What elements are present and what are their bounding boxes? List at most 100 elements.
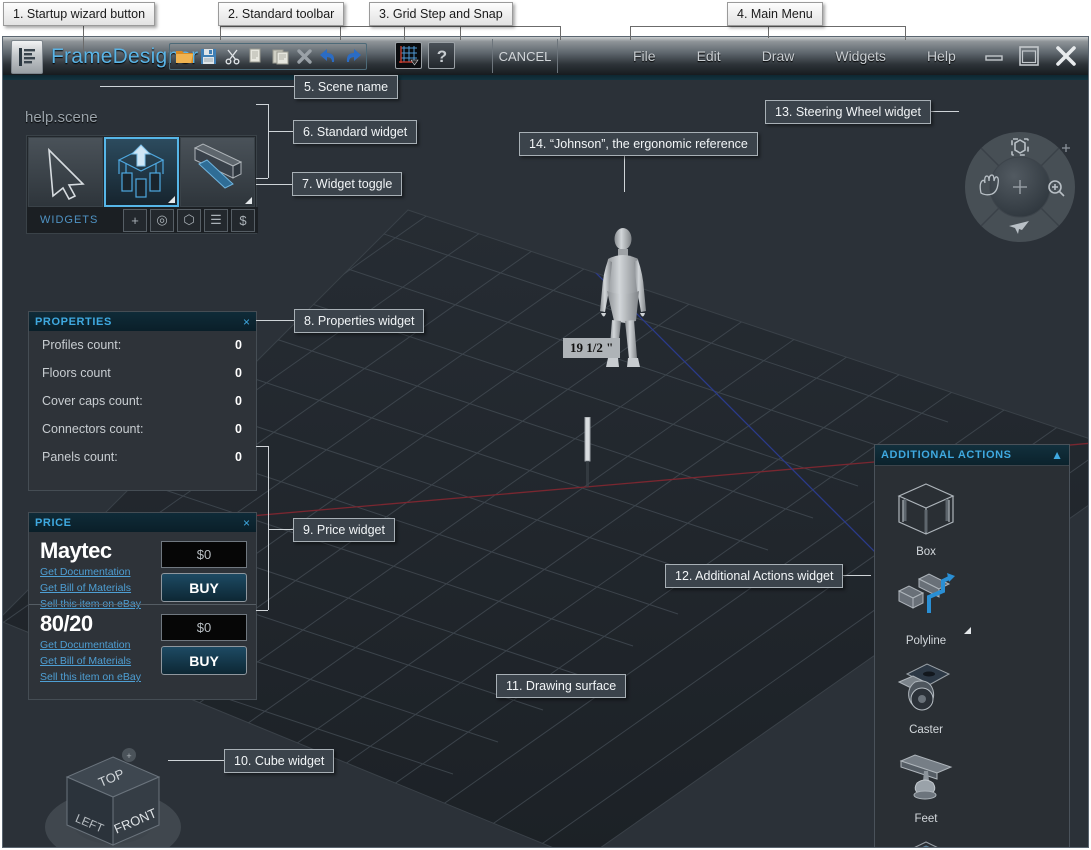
tool-options-corner-icon[interactable] bbox=[245, 197, 252, 204]
callout-14: 14. “Johnson”, the ergonomic reference bbox=[519, 132, 758, 156]
polyline-icon bbox=[879, 561, 973, 635]
leader-line bbox=[404, 26, 405, 40]
buy-button[interactable]: BUY bbox=[161, 646, 247, 675]
steering-wheel-widget[interactable] bbox=[963, 130, 1078, 245]
leader-line bbox=[404, 26, 460, 27]
price-widget[interactable]: PRICE × Maytec Get Documentation Get Bill … bbox=[28, 512, 257, 700]
close-icon[interactable]: × bbox=[243, 517, 250, 529]
window-controls[interactable] bbox=[984, 37, 1078, 75]
leader-line bbox=[256, 610, 268, 611]
menu-item-help[interactable]: Help bbox=[927, 48, 956, 64]
action-label: Feet bbox=[914, 813, 938, 825]
standard-toolbar[interactable] bbox=[169, 43, 367, 70]
open-icon[interactable] bbox=[173, 45, 195, 68]
action-feet[interactable]: Feet bbox=[879, 739, 973, 828]
property-label: Panels count: bbox=[42, 450, 118, 464]
leader-line bbox=[630, 26, 631, 40]
price-block: Maytec Get Documentation Get Bill of Mater… bbox=[29, 532, 256, 610]
delete-icon[interactable] bbox=[293, 45, 315, 68]
action-slot-panel[interactable]: Slot Panel bbox=[879, 828, 973, 847]
action-polyline[interactable]: Polyline bbox=[879, 561, 973, 650]
close-icon[interactable]: × bbox=[243, 316, 250, 328]
application-window: 19 1/2 " + TOP LEFT FRONT PROPERTIES × P… bbox=[2, 36, 1089, 848]
callout-1: 1. Startup wizard button bbox=[3, 2, 156, 26]
menu-item-widgets[interactable]: Widgets bbox=[835, 48, 886, 64]
redo-icon[interactable] bbox=[341, 45, 363, 68]
minimize-icon[interactable] bbox=[984, 50, 1004, 62]
action-options-corner-icon[interactable] bbox=[964, 627, 971, 634]
cut-icon[interactable] bbox=[221, 45, 243, 68]
additional-actions-header: ADDITIONAL ACTIONS ▲ bbox=[875, 445, 1069, 466]
maximize-icon[interactable] bbox=[1018, 45, 1040, 67]
framedesigner-logo-icon bbox=[19, 48, 35, 66]
properties-header: PROPERTIES × bbox=[29, 312, 256, 331]
save-icon[interactable] bbox=[197, 45, 219, 68]
svg-text:+: + bbox=[126, 751, 131, 761]
help-button[interactable]: ? bbox=[428, 42, 455, 69]
close-icon[interactable] bbox=[1054, 44, 1078, 68]
properties-title: PROPERTIES bbox=[35, 315, 112, 328]
leader-line bbox=[268, 104, 269, 178]
move-cross-top-right-icon bbox=[1062, 144, 1070, 152]
additional-actions-widget[interactable]: ADDITIONAL ACTIONS ▲ Box Polyline Caster Fe… bbox=[874, 444, 1070, 847]
additional-actions-grid: BoxPolylineCasterFeetSlot PanelMounted P… bbox=[875, 466, 1069, 847]
price-blocks: Maytec Get Documentation Get Bill of Mater… bbox=[29, 532, 256, 683]
callout-2: 2. Standard toolbar bbox=[218, 2, 345, 26]
price-title: PRICE bbox=[35, 516, 72, 529]
price-widget-icon[interactable]: $ bbox=[231, 208, 255, 232]
callout-12: 12. Additional Actions widget bbox=[665, 564, 844, 588]
additional-actions-title: ADDITIONAL ACTIONS bbox=[881, 449, 1012, 461]
profile-element[interactable] bbox=[583, 417, 593, 487]
startup-wizard-button[interactable] bbox=[11, 40, 43, 74]
cube-widget-icon[interactable]: ⬡ bbox=[177, 208, 201, 232]
callout-10: 10. Cube widget bbox=[224, 749, 335, 773]
property-row: Connectors count: 0 bbox=[29, 415, 256, 443]
price-amount: $0 bbox=[161, 541, 247, 568]
standard-widget-tool[interactable] bbox=[104, 137, 179, 207]
property-value: 0 bbox=[235, 338, 242, 352]
widget-toggles: + ◎ ⬡ ☰ $ bbox=[123, 208, 258, 232]
menu-item-draw[interactable]: Draw bbox=[762, 48, 795, 64]
menu-item-edit[interactable]: Edit bbox=[697, 48, 721, 64]
property-value: 0 bbox=[235, 450, 242, 464]
leader-line bbox=[256, 104, 268, 105]
action-caster[interactable]: Caster bbox=[879, 650, 973, 739]
widget-bar: WIDGETS + ◎ ⬡ ☰ $ bbox=[26, 135, 258, 234]
action-box[interactable]: Box bbox=[879, 472, 973, 561]
leader-line bbox=[268, 446, 269, 610]
properties-widget[interactable]: PROPERTIES × Profiles count: 0 Floors coun… bbox=[28, 311, 257, 491]
property-value: 0 bbox=[235, 366, 242, 380]
steering-wheel-icon[interactable]: ◎ bbox=[150, 208, 174, 232]
main-menu[interactable]: File Edit Draw Widgets Help bbox=[633, 37, 956, 75]
buy-button[interactable]: BUY bbox=[161, 573, 247, 602]
cancel-button[interactable]: CANCEL bbox=[492, 39, 558, 73]
menu-item-file[interactable]: File bbox=[633, 48, 656, 64]
leader-line bbox=[268, 529, 293, 530]
paste-icon[interactable] bbox=[269, 45, 291, 68]
undo-icon[interactable] bbox=[317, 45, 339, 68]
property-label: Connectors count: bbox=[42, 422, 144, 436]
add-widget-icon[interactable]: + bbox=[123, 208, 147, 232]
list-widget-icon[interactable]: ☰ bbox=[204, 208, 228, 232]
feet-icon bbox=[879, 739, 973, 813]
leader-line bbox=[100, 86, 295, 87]
callout-5: 5. Scene name bbox=[294, 75, 399, 99]
callout-6: 6. Standard widget bbox=[293, 120, 418, 144]
leader-line bbox=[905, 26, 906, 40]
select-arrow-tool[interactable] bbox=[28, 137, 103, 207]
leader-line bbox=[624, 156, 625, 192]
tool-options-corner-icon[interactable] bbox=[168, 196, 175, 203]
copy-icon[interactable] bbox=[245, 45, 267, 68]
dimension-badge: 19 1/2 " bbox=[563, 338, 621, 358]
properties-rows: Profiles count: 0 Floors count 0 Cover caps … bbox=[29, 331, 256, 471]
leader-line bbox=[768, 26, 769, 38]
collapse-icon[interactable]: ▲ bbox=[1051, 449, 1063, 461]
callout-4: 4. Main Menu bbox=[727, 2, 823, 26]
title-bar: FrameDesigner ? CANCEL File Edit Draw Wi… bbox=[3, 37, 1088, 75]
action-label: Polyline bbox=[905, 635, 947, 647]
price-header: PRICE × bbox=[29, 513, 256, 532]
grid-step-and-snap-button[interactable] bbox=[395, 42, 422, 69]
cube-widget[interactable]: + TOP LEFT FRONT bbox=[41, 735, 216, 848]
profile-tool[interactable] bbox=[180, 137, 255, 207]
title-bar-underline bbox=[3, 75, 1088, 80]
